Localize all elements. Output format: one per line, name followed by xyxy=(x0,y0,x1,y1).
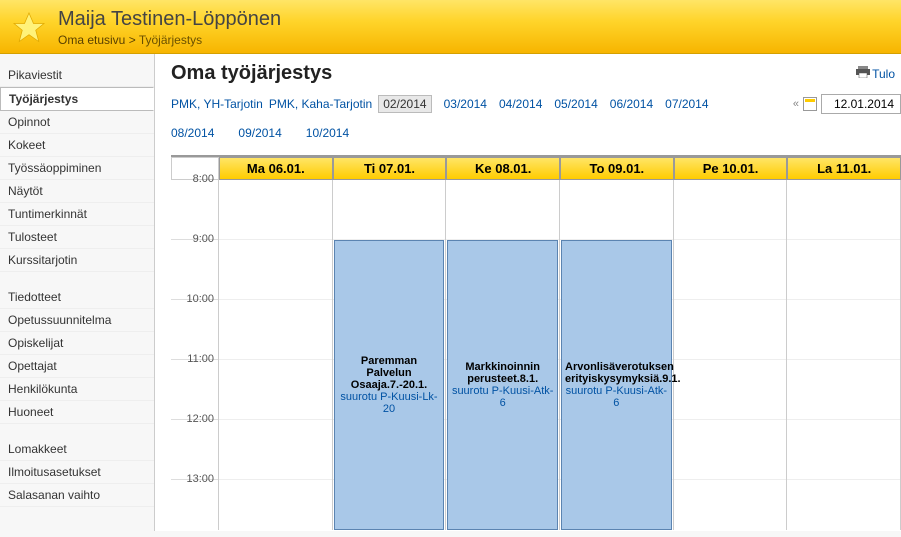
day-column xyxy=(219,180,333,530)
sidebar-item-kokeet[interactable]: Kokeet xyxy=(0,134,154,157)
event-title: Arvonlisäverotuksen erityiskysymyksiä.9.… xyxy=(565,361,668,385)
time-label: 8:00 xyxy=(193,173,214,185)
date-control: « xyxy=(793,94,901,115)
month-link-09-2014[interactable]: 09/2014 xyxy=(238,122,281,145)
sidebar-item-opettajat[interactable]: Opettajat xyxy=(0,355,154,378)
username: Maija Testinen-Löppönen xyxy=(58,8,281,31)
sidebar-item-työssäoppiminen[interactable]: Työssäoppiminen xyxy=(0,157,154,180)
day-header: Ma 06.01. xyxy=(219,157,333,180)
month-link-07-2014[interactable]: 07/2014 xyxy=(665,97,708,111)
sidebar-item-opetussuunnitelma[interactable]: Opetussuunnitelma xyxy=(0,309,154,332)
date-prev-icon[interactable]: « xyxy=(793,94,799,115)
calendar-event[interactable]: Paremman Palvelun Osaaja.7.-20.1.suurotu… xyxy=(334,240,445,530)
breadcrumb: Oma etusivu > Työjärjestys xyxy=(58,33,281,47)
main-content: Tulo Oma työjärjestys PMK, YH-Tarjotin P… xyxy=(155,54,901,531)
sidebar-item-lomakkeet[interactable]: Lomakkeet xyxy=(0,438,154,461)
day-header: Ke 08.01. xyxy=(446,157,560,180)
event-room-link[interactable]: suurotu P-Kuusi-Atk-6 xyxy=(451,385,554,409)
sidebar-item-salasanan vaihto[interactable]: Salasanan vaihto xyxy=(0,484,154,507)
calendar-event[interactable]: Markkinoinnin perusteet.8.1.suurotu P-Ku… xyxy=(447,240,558,530)
sidebar-item-pikaviestit[interactable]: Pikaviestit xyxy=(0,64,154,87)
day-header: La 11.01. xyxy=(787,157,901,180)
calendar-event[interactable]: Arvonlisäverotuksen erityiskysymyksiä.9.… xyxy=(561,240,672,530)
date-input[interactable] xyxy=(821,94,901,114)
sidebar-item-näytöt[interactable]: Näytöt xyxy=(0,180,154,203)
day-column: Arvonlisäverotuksen erityiskysymyksiä.9.… xyxy=(560,180,674,530)
calendar-icon[interactable] xyxy=(803,97,817,111)
event-title: Markkinoinnin perusteet.8.1. xyxy=(451,361,554,385)
time-label: 11:00 xyxy=(187,353,214,365)
printer-icon xyxy=(856,66,870,81)
month-link-03-2014[interactable]: 03/2014 xyxy=(444,97,487,111)
month-link-06-2014[interactable]: 06/2014 xyxy=(610,97,653,111)
sidebar-item-henkilökunta[interactable]: Henkilökunta xyxy=(0,378,154,401)
month-link-05-2014[interactable]: 05/2014 xyxy=(554,97,597,111)
breadcrumb-root[interactable]: Oma etusivu xyxy=(58,33,125,47)
sidebar-item-tiedotteet[interactable]: Tiedotteet xyxy=(0,286,154,309)
sidebar-item-huoneet[interactable]: Huoneet xyxy=(0,401,154,424)
day-column xyxy=(787,180,901,530)
month-link-04-2014[interactable]: 04/2014 xyxy=(499,97,542,111)
day-header: To 09.01. xyxy=(560,157,674,180)
day-column: Paremman Palvelun Osaaja.7.-20.1.suurotu… xyxy=(333,180,447,530)
day-header: Ti 07.01. xyxy=(333,157,447,180)
sidebar-item-opiskelijat[interactable]: Opiskelijat xyxy=(0,332,154,355)
sidebar-item-ilmoitusasetukset[interactable]: Ilmoitusasetukset xyxy=(0,461,154,484)
month-link-10-2014[interactable]: 10/2014 xyxy=(306,122,349,145)
event-room-link[interactable]: suurotu P-Kuusi-Atk-6 xyxy=(565,385,668,409)
app-header: Maija Testinen-Löppönen Oma etusivu > Ty… xyxy=(0,0,901,54)
nav-pmk-kaha[interactable]: PMK, Kaha-Tarjotin xyxy=(269,93,372,116)
time-label: 13:00 xyxy=(186,473,214,485)
day-header: Pe 10.01. xyxy=(674,157,788,180)
breadcrumb-current: Työjärjestys xyxy=(139,33,202,47)
sidebar-item-opinnot[interactable]: Opinnot xyxy=(0,111,154,134)
nav-links: PMK, YH-Tarjotin PMK, Kaha-Tarjotin 02/2… xyxy=(171,93,901,145)
sidebar: PikaviestitTyöjärjestysOpinnotKokeetTyös… xyxy=(0,54,155,531)
time-label: 10:00 xyxy=(186,293,214,305)
event-title: Paremman Palvelun Osaaja.7.-20.1. xyxy=(338,355,441,391)
sidebar-item-tuntimerkinnät[interactable]: Tuntimerkinnät xyxy=(0,203,154,226)
print-link[interactable]: Tulo xyxy=(856,66,895,81)
time-label: 9:00 xyxy=(193,233,214,245)
day-column: Markkinoinnin perusteet.8.1.suurotu P-Ku… xyxy=(446,180,560,530)
calendar: Ma 06.01.Ti 07.01.Ke 08.01.To 09.01.Pe 1… xyxy=(171,155,901,530)
sidebar-item-kurssitarjotin[interactable]: Kurssitarjotin xyxy=(0,249,154,272)
time-label: 12:00 xyxy=(186,413,214,425)
event-room-link[interactable]: suurotu P-Kuusi-Lk-20 xyxy=(338,391,441,415)
sidebar-item-tulosteet[interactable]: Tulosteet xyxy=(0,226,154,249)
star-icon xyxy=(10,9,48,47)
sidebar-item-työjärjestys[interactable]: Työjärjestys xyxy=(0,87,154,111)
month-link-02-2014[interactable]: 02/2014 xyxy=(378,95,431,113)
page-title: Oma työjärjestys xyxy=(171,62,901,85)
nav-pmk-yh[interactable]: PMK, YH-Tarjotin xyxy=(171,93,263,116)
month-link-08-2014[interactable]: 08/2014 xyxy=(171,122,214,145)
day-column xyxy=(674,180,788,530)
